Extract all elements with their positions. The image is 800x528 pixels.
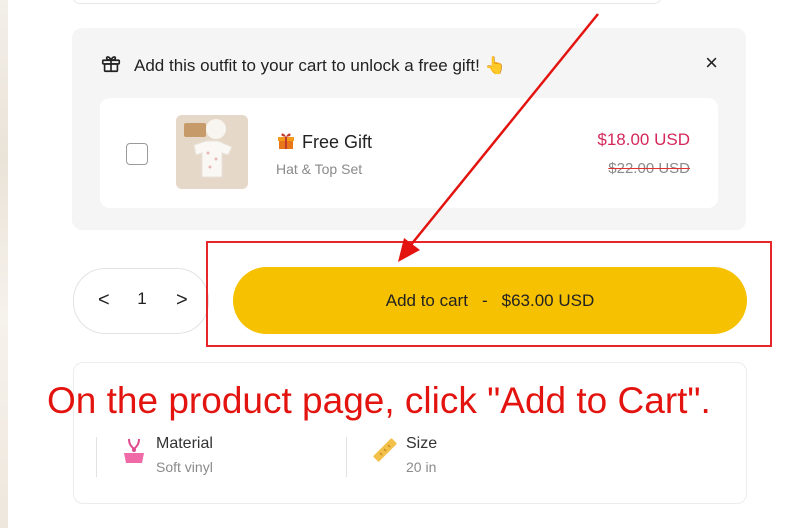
spec-material-text: Material Soft vinyl xyxy=(156,435,213,475)
tutorial-annotation-text: On the product page, click "Add to Cart"… xyxy=(47,380,711,421)
gift-panel-header: Add this outfit to your cart to unlock a… xyxy=(100,52,506,79)
previous-section-card xyxy=(72,0,662,4)
spec-divider xyxy=(346,437,347,477)
spec-material: Material Soft vinyl xyxy=(120,435,213,475)
quantity-increment-button[interactable]: > xyxy=(176,287,188,313)
spec-material-label: Material xyxy=(156,435,213,452)
spec-size-text: Size 20 in xyxy=(406,435,437,475)
gift-subtitle: Hat & Top Set xyxy=(276,161,363,177)
gift-original-price: $22.00 USD xyxy=(608,160,690,177)
free-gift-item: Free Gift Hat & Top Set $18.00 USD $22.0… xyxy=(100,98,718,208)
gift-title-row: Free Gift xyxy=(276,130,372,155)
spec-size-value: 20 in xyxy=(406,459,437,475)
gift-panel-header-text: Add this outfit to your cart to unlock a… xyxy=(134,55,506,75)
spec-size: Size 20 in xyxy=(370,435,437,475)
free-gift-panel: Add this outfit to your cart to unlock a… xyxy=(72,28,746,230)
gift-title: Free Gift xyxy=(302,132,373,152)
page-edge-decoration xyxy=(0,0,8,528)
ruler-icon xyxy=(370,435,398,470)
free-gift-checkbox[interactable] xyxy=(126,143,148,165)
spec-size-label: Size xyxy=(406,435,438,452)
quantity-value: 1 xyxy=(137,289,147,308)
gift-info: Free Gift Hat & Top Set xyxy=(276,130,372,177)
quantity-decrement-button[interactable]: < xyxy=(98,287,110,313)
quantity-stepper: < 1 > xyxy=(73,268,209,334)
spec-material-value: Soft vinyl xyxy=(156,459,213,475)
annotation-highlight-box xyxy=(206,241,772,347)
close-gift-panel-button[interactable]: × xyxy=(705,52,718,74)
gift-sale-price: $18.00 USD xyxy=(597,130,690,149)
spec-divider xyxy=(96,437,97,477)
gift-icon xyxy=(100,52,122,79)
gift-box-icon xyxy=(276,130,296,155)
gift-prices: $18.00 USD $22.00 USD xyxy=(597,130,690,177)
material-icon xyxy=(120,435,148,470)
gift-product-thumbnail xyxy=(176,115,248,189)
